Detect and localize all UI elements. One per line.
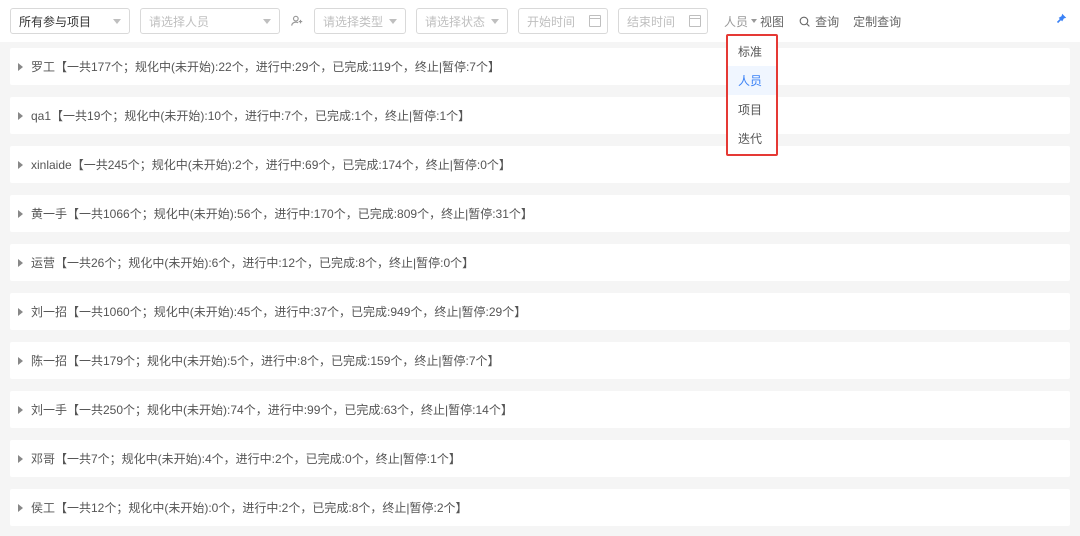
expand-icon[interactable]: [18, 504, 23, 512]
end-date-input[interactable]: 结束时间: [618, 8, 708, 34]
user-add-icon[interactable]: [290, 14, 304, 28]
search-icon: [798, 15, 811, 28]
dropdown-item-iteration[interactable]: 迭代: [728, 124, 776, 153]
calendar-icon: [689, 15, 701, 27]
row-text: 黄一手【一共1066个；规化中(未开始):56个，进行中:170个，已完成:80…: [31, 205, 533, 222]
row-text: 罗工【一共177个；规化中(未开始):22个，进行中:29个，已完成:119个，…: [31, 58, 500, 75]
list-item[interactable]: xinlaide【一共245个；规化中(未开始):2个，进行中:69个，已完成:…: [10, 146, 1070, 183]
expand-icon[interactable]: [18, 406, 23, 414]
list-item[interactable]: 运营【一共26个；规化中(未开始):6个，进行中:12个，已完成:8个，终止|暂…: [10, 244, 1070, 281]
list-item[interactable]: 黄一手【一共1066个；规化中(未开始):56个，进行中:170个，已完成:80…: [10, 195, 1070, 232]
person-select-placeholder: 请选择人员: [149, 13, 209, 30]
view-dropdown-trigger[interactable]: 人员 视图: [724, 13, 784, 30]
expand-icon[interactable]: [18, 357, 23, 365]
project-select-value: 所有参与项目: [19, 13, 91, 30]
project-select[interactable]: 所有参与项目: [10, 8, 130, 34]
filter-toolbar: 所有参与项目 请选择人员 请选择类型 请选择状态 开始时间 结束时间 人员 视图: [0, 0, 1080, 42]
list-item[interactable]: qa1【一共19个；规化中(未开始):10个，进行中:7个，已完成:1个，终止|…: [10, 97, 1070, 134]
view-suffix: 视图: [760, 13, 784, 30]
expand-icon[interactable]: [18, 63, 23, 71]
status-select-placeholder: 请选择状态: [425, 13, 485, 30]
row-text: 刘一招【一共1060个；规化中(未开始):45个，进行中:37个，已完成:949…: [31, 303, 526, 320]
view-dropdown-menu: 标准 人员 项目 迭代: [726, 34, 778, 156]
custom-query-button[interactable]: 定制查询: [853, 13, 901, 30]
row-text: qa1【一共19个；规化中(未开始):10个，进行中:7个，已完成:1个，终止|…: [31, 107, 470, 124]
expand-icon[interactable]: [18, 210, 23, 218]
chevron-down-icon: [751, 19, 757, 23]
result-list: 罗工【一共177个；规化中(未开始):22个，进行中:29个，已完成:119个，…: [0, 48, 1080, 536]
type-select[interactable]: 请选择类型: [314, 8, 406, 34]
view-prefix: 人员: [724, 13, 748, 30]
expand-icon[interactable]: [18, 259, 23, 267]
row-text: 陈一招【一共179个；规化中(未开始):5个，进行中:8个，已完成:159个，终…: [31, 352, 500, 369]
expand-icon[interactable]: [18, 112, 23, 120]
expand-icon[interactable]: [18, 161, 23, 169]
expand-icon[interactable]: [18, 455, 23, 463]
calendar-icon: [589, 15, 601, 27]
person-select[interactable]: 请选择人员: [140, 8, 280, 34]
toolbar-right: 人员 视图 查询 定制查询: [724, 13, 901, 30]
list-item[interactable]: 陈一招【一共179个；规化中(未开始):5个，进行中:8个，已完成:159个，终…: [10, 342, 1070, 379]
type-select-placeholder: 请选择类型: [323, 13, 383, 30]
chevron-down-icon: [491, 19, 499, 24]
list-item[interactable]: 侯工【一共12个；规化中(未开始):0个，进行中:2个，已完成:8个，终止|暂停…: [10, 489, 1070, 526]
status-select[interactable]: 请选择状态: [416, 8, 508, 34]
start-date-placeholder: 开始时间: [527, 13, 575, 30]
row-text: 刘一手【一共250个；规化中(未开始):74个，进行中:99个，已完成:63个，…: [31, 401, 513, 418]
dropdown-item-standard[interactable]: 标准: [728, 37, 776, 66]
row-text: 侯工【一共12个；规化中(未开始):0个，进行中:2个，已完成:8个，终止|暂停…: [31, 499, 468, 516]
dropdown-item-project[interactable]: 项目: [728, 95, 776, 124]
chevron-down-icon: [389, 19, 397, 24]
list-item[interactable]: 罗工【一共177个；规化中(未开始):22个，进行中:29个，已完成:119个，…: [10, 48, 1070, 85]
chevron-down-icon: [263, 19, 271, 24]
expand-icon[interactable]: [18, 308, 23, 316]
row-text: 运营【一共26个；规化中(未开始):6个，进行中:12个，已完成:8个，终止|暂…: [31, 254, 474, 271]
row-text: 邓哥【一共7个；规化中(未开始):4个，进行中:2个，已完成:0个，终止|暂停:…: [31, 450, 461, 467]
query-button[interactable]: 查询: [798, 13, 839, 30]
dropdown-item-person[interactable]: 人员: [728, 66, 776, 95]
list-item[interactable]: 邓哥【一共7个；规化中(未开始):4个，进行中:2个，已完成:0个，终止|暂停:…: [10, 440, 1070, 477]
pin-icon[interactable]: [1054, 12, 1066, 24]
end-date-placeholder: 结束时间: [627, 13, 675, 30]
chevron-down-icon: [113, 19, 121, 24]
list-item[interactable]: 刘一招【一共1060个；规化中(未开始):45个，进行中:37个，已完成:949…: [10, 293, 1070, 330]
query-label: 查询: [815, 13, 839, 30]
row-text: xinlaide【一共245个；规化中(未开始):2个，进行中:69个，已完成:…: [31, 156, 511, 173]
list-item[interactable]: 刘一手【一共250个；规化中(未开始):74个，进行中:99个，已完成:63个，…: [10, 391, 1070, 428]
start-date-input[interactable]: 开始时间: [518, 8, 608, 34]
